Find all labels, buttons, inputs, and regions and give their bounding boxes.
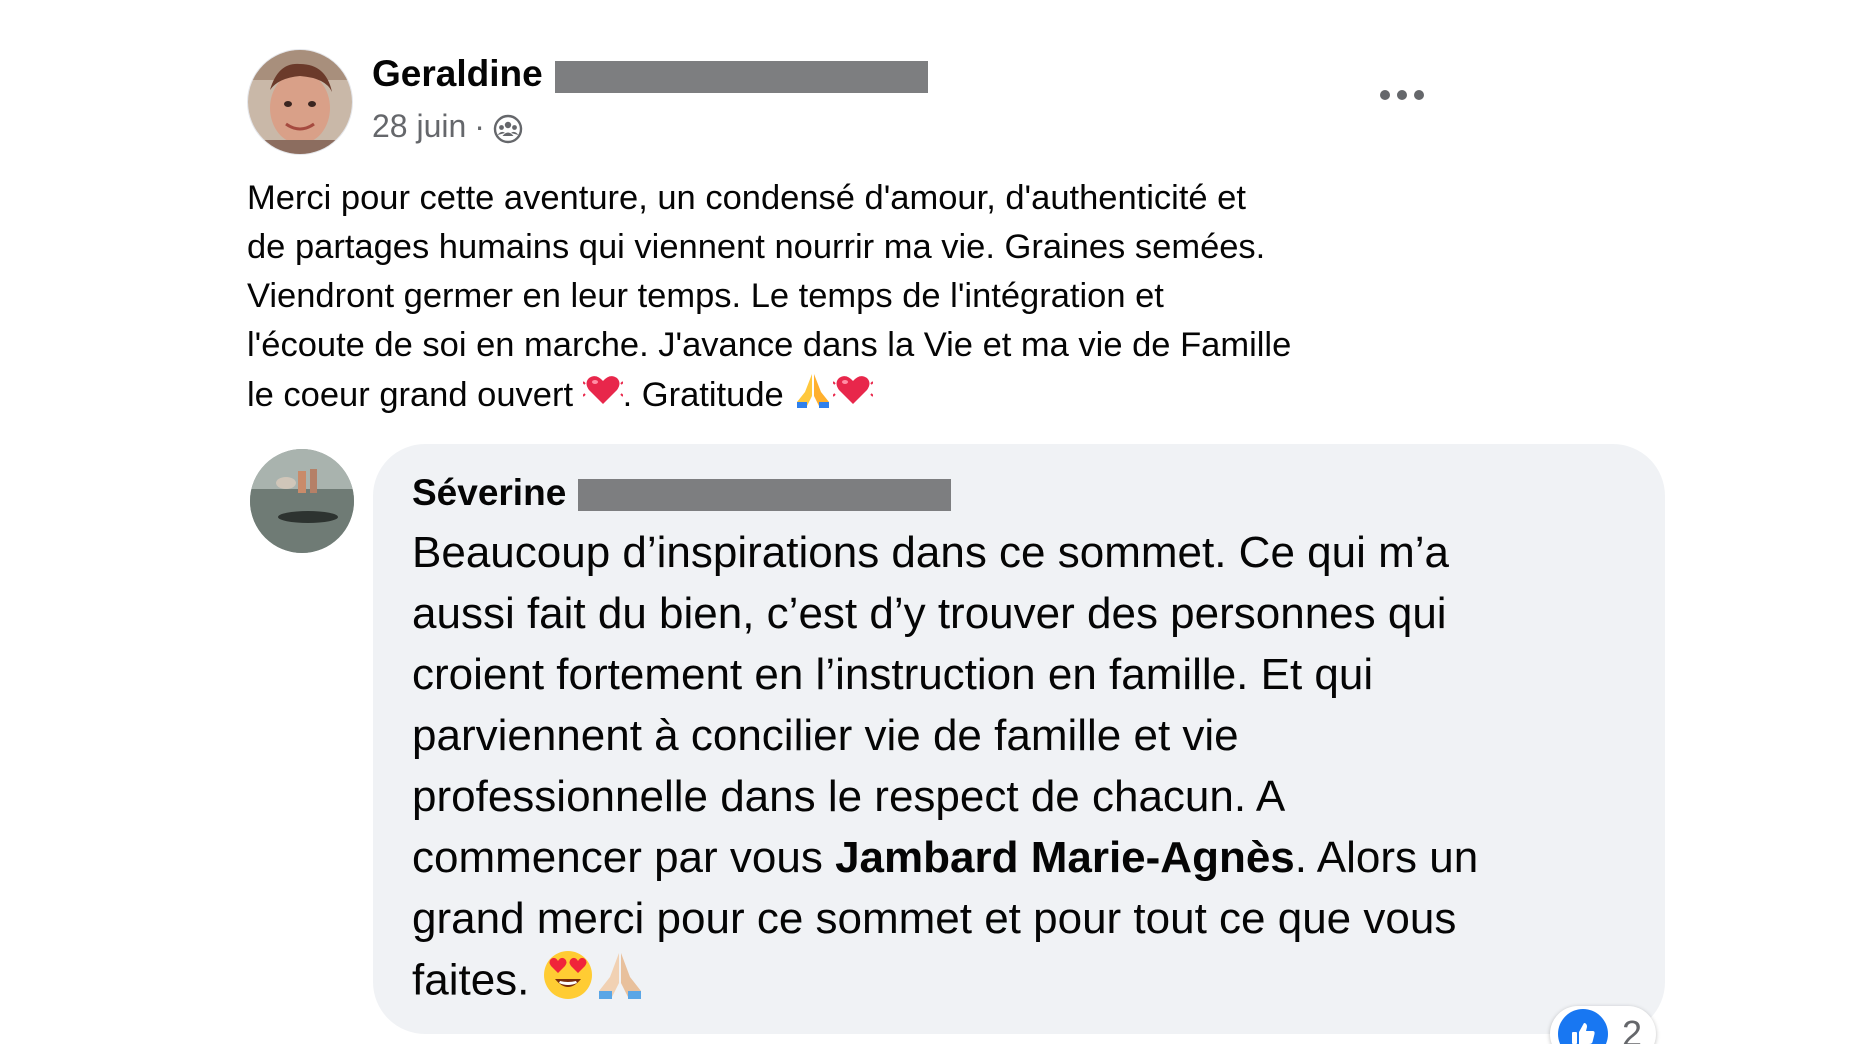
comment-author-avatar[interactable] — [250, 449, 354, 553]
post-text: Merci pour cette aventure, un condensé d… — [247, 174, 1477, 424]
group-audience-icon[interactable] — [493, 111, 523, 144]
comment-text-line: Beaucoup d’inspirations dans ce sommet. … — [412, 528, 1449, 577]
reaction-summary[interactable]: 2 — [1550, 1006, 1657, 1044]
comment-text-line: commencer par vous Jambard Marie-Agnès. … — [412, 827, 1652, 888]
comment-text-line: professionnelle dans le respect de chacu… — [412, 772, 1286, 821]
comment-text-line: faites. — [412, 949, 1652, 1017]
comment-author: Séverine — [412, 468, 952, 518]
comment-text-line: aussi fait du bien, c’est d’y trouver de… — [412, 589, 1447, 638]
comment-author-name[interactable]: Séverine — [412, 468, 566, 518]
post-text-fragment: le coeur grand ouvert — [247, 376, 583, 415]
comment-text-line: grand merci pour ce sommet et pour tout … — [412, 894, 1457, 943]
comment-text-fragment: faites. — [412, 955, 542, 1005]
reaction-count: 2 — [1622, 1013, 1643, 1044]
comment-text-fragment: . Alors un — [1294, 833, 1479, 882]
post-date[interactable]: 28 juin — [372, 104, 466, 148]
post-text-fragment: . Gratitude — [622, 376, 794, 415]
post-author: Geraldine — [372, 50, 928, 98]
facebook-post-screenshot: Geraldine 28 juin · Merci pour cette ave… — [0, 0, 1856, 1044]
post-text-line: Merci pour cette aventure, un condensé d… — [247, 179, 1246, 217]
post-meta: 28 juin · — [372, 104, 523, 148]
post-text-line: le coeur grand ouvert . Gratitude — [247, 370, 1477, 424]
beating-heart-emoji — [832, 370, 875, 424]
post-text-line: Viendront germer en leur temps. Le temps… — [247, 277, 1164, 315]
post-author-name[interactable]: Geraldine — [372, 50, 543, 98]
comment-text-fragment: commencer par vous — [412, 833, 836, 882]
comment-text-line: croient fortement en l’instruction en fa… — [412, 650, 1374, 699]
mention-link[interactable]: Jambard Marie-Agnès — [835, 833, 1295, 882]
heart-eyes-emoji — [542, 949, 594, 1017]
folded-hands-emoji — [594, 949, 646, 1017]
meta-separator: · — [474, 108, 485, 144]
more-options-button[interactable] — [1372, 80, 1432, 110]
beating-heart-emoji — [581, 370, 624, 424]
redaction-bar — [578, 479, 952, 511]
ellipsis-icon — [1380, 90, 1424, 100]
like-icon — [1558, 1009, 1608, 1044]
comment-text: Beaucoup d’inspirations dans ce sommet. … — [412, 522, 1652, 1017]
post-text-line: l'écoute de soi en marche. J'avance dans… — [247, 326, 1292, 364]
post-author-avatar[interactable] — [247, 49, 353, 155]
folded-hands-emoji — [793, 370, 833, 424]
redaction-bar — [554, 61, 928, 93]
comment-text-line: parviennent à concilier vie de famille e… — [412, 711, 1239, 760]
post-text-line: de partages humains qui viennent nourrir… — [247, 228, 1266, 266]
